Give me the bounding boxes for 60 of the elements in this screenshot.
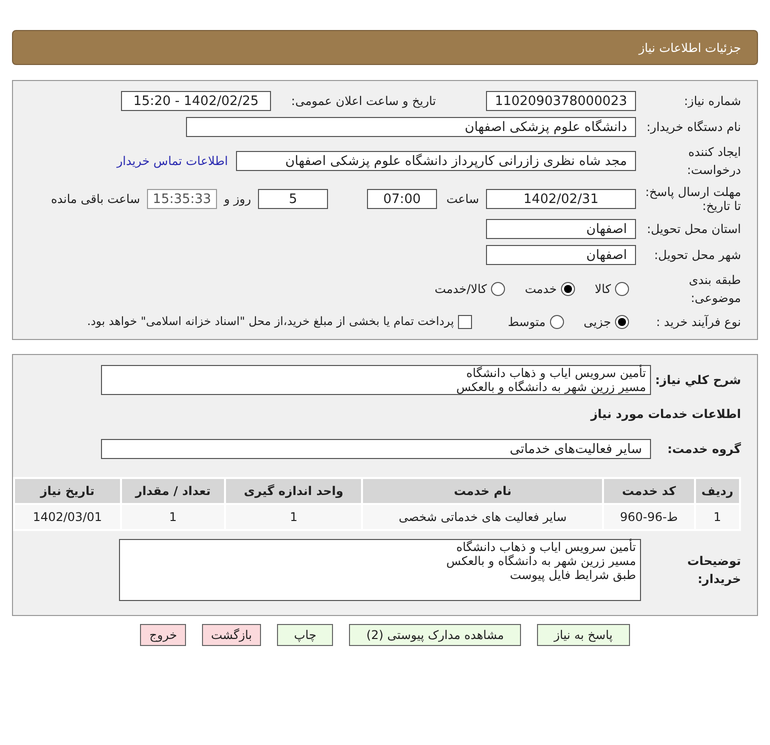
action-button[interactable]: خروج (140, 624, 186, 646)
radio-label: کالا/خدمت (434, 281, 487, 298)
time-label: ساعت (445, 191, 479, 208)
radio-button[interactable] (560, 282, 575, 296)
radio-button[interactable] (490, 282, 505, 296)
radio-label: جزیی (584, 314, 611, 331)
radio-label: متوسط (508, 314, 546, 331)
checkbox[interactable] (458, 315, 472, 329)
field-label: توضیحات خریدار: (686, 553, 741, 588)
checkbox-label: پرداخت تمام یا بخشی از مبلغ خرید،از محل "اسناد خزانه اسلامی" خواهد بود. (87, 313, 454, 330)
buyer-notes-box: تأمین سرویس ایاب و ذهاب دانشگاه مسیر زرین شهر به دانشگاه و بالعکس طبق شرایط فایل پیوست (119, 539, 641, 601)
summary-box: تأمین سرویس ایاب و ذهاب دانشگاه مسیر زرین شهر به دانشگاه و بالعکس (101, 365, 651, 395)
radio-label: خدمت (524, 281, 557, 298)
action-button[interactable]: بازگشت (202, 624, 261, 646)
radio-button[interactable] (615, 282, 629, 296)
page-title: جزئیات اطلاعات نیاز (638, 40, 741, 56)
column-header: واحد اندازه گیری (226, 479, 362, 503)
table-cell: 1 (122, 505, 224, 529)
field-label: شهر محل تحویل: (653, 247, 741, 264)
table-cell: ط-96-960 (604, 505, 694, 529)
buyer-contact-link[interactable]: اطلاعات تماس خریدار (116, 152, 228, 170)
table-cell: 1 (226, 505, 362, 529)
deadline-time-field: 07:00 (367, 189, 437, 209)
creator-field: مجد شاه نظری زازرانی کارپرداز دانشگاه علوم پزشکی اصفهان (236, 151, 636, 171)
buyer-field: دانشگاه علوم پزشکی اصفهان (186, 117, 636, 137)
radio-label: کالا (594, 281, 611, 298)
action-button[interactable]: پاسخ به نیاز (536, 624, 630, 646)
field-label: استان محل تحویل: (646, 221, 741, 238)
remaining-time-field: 15:35:33 (147, 189, 217, 209)
field-label: تاریخ و ساعت اعلان عمومی: (290, 93, 436, 110)
table-cell: سایر فعالیت های خدماتی شخصی (363, 505, 602, 529)
field-label: گروه خدمت: (666, 441, 741, 458)
service-group-field: سایر فعالیت‌های خدماتی (101, 439, 651, 459)
field-label: مهلت ارسال پاسخ: تا تاریخ: (644, 185, 741, 213)
field-label: شماره نیاز: (683, 93, 741, 110)
column-header: نام خدمت (363, 479, 602, 503)
table-cell: 1402/03/01 (15, 505, 120, 529)
city-field: اصفهان (486, 245, 636, 265)
column-header: تاریخ نیاز (15, 479, 120, 503)
announce-date-field: 1402/02/25 - 15:20 (121, 91, 271, 111)
radio-button[interactable] (550, 315, 564, 329)
field-label: طبقه بندی موضوعی: (688, 272, 741, 307)
column-header: کد خدمت (604, 479, 694, 503)
days-field: 5 (258, 189, 328, 209)
field-label: نوع فرآیند خرید : (655, 314, 741, 331)
column-header: ردیف (696, 479, 739, 503)
field-label: نام دستگاه خریدار: (646, 119, 741, 136)
section-title: اطلاعات خدمات مورد نیاز (589, 406, 741, 423)
remaining-label: ساعت باقی مانده (50, 191, 140, 208)
field-label: شرح کلي نیاز: (654, 372, 741, 389)
action-button[interactable]: چاپ (277, 624, 334, 646)
need-number-field: 1102090378000023 (486, 91, 636, 111)
radio-button[interactable] (615, 315, 629, 329)
province-field: اصفهان (486, 219, 636, 239)
field-label: ایجاد کننده درخواست: (686, 144, 741, 179)
days-label: روز و (224, 191, 251, 208)
column-header: تعداد / مقدار (122, 479, 224, 503)
action-button[interactable]: مشاهده مدارک پیوستی (2) (349, 624, 521, 646)
table-cell: 1 (696, 505, 739, 529)
deadline-date-field: 1402/02/31 (486, 189, 636, 209)
